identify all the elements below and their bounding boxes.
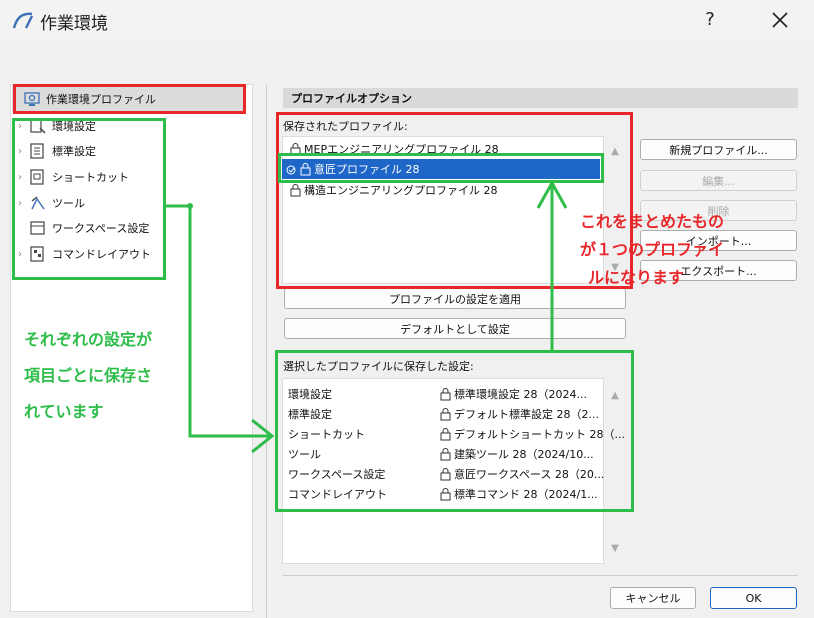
annotation-line: が１つのプロファイ <box>580 240 725 259</box>
annotation-line: 項目ごとに保存さ <box>24 366 153 385</box>
annotation-line: これをまとめたもの <box>580 212 725 231</box>
annotation-line: それぞれの設定が <box>24 330 153 349</box>
edit-button[interactable]: 編集... <box>640 170 797 191</box>
set-default-button[interactable]: デフォルトとして設定 <box>284 318 626 339</box>
panel-divider <box>266 84 267 618</box>
work-environment-dialog: 作業環境 ? 作業環境プロファイル › 環境設定 › 標準設定 › ショートカッ… <box>0 0 814 618</box>
profile-options-header: プロファイルオプション <box>283 88 798 108</box>
annotation-green-box-selected <box>278 153 604 183</box>
help-button[interactable]: ? <box>690 6 730 34</box>
annotation-red-box-root <box>13 84 246 114</box>
ok-button[interactable]: OK <box>710 587 797 609</box>
apply-profile-button[interactable]: プロファイルの設定を適用 <box>284 288 626 309</box>
new-profile-button[interactable]: 新規プロファイル... <box>640 139 797 160</box>
annotation-green-box-tree <box>12 118 166 280</box>
annotation-green-box-settings <box>275 350 634 512</box>
archicad-logo-icon <box>12 12 34 29</box>
window-title: 作業環境 <box>40 14 108 34</box>
annotation-line: ルになります <box>588 268 685 287</box>
annotation-green-text: それぞれの設定が 項目ごとに保存さ れています <box>24 322 152 430</box>
close-button[interactable] <box>760 6 800 34</box>
annotation-line: れています <box>24 402 104 421</box>
close-icon <box>772 12 788 28</box>
cancel-button[interactable]: キャンセル <box>610 587 696 609</box>
annotation-red-text: これをまとめたもの が１つのプロファイ ルになります <box>580 208 724 292</box>
footer-divider <box>283 575 798 576</box>
scroll-down-arrow-icon[interactable]: ▼ <box>608 543 622 554</box>
